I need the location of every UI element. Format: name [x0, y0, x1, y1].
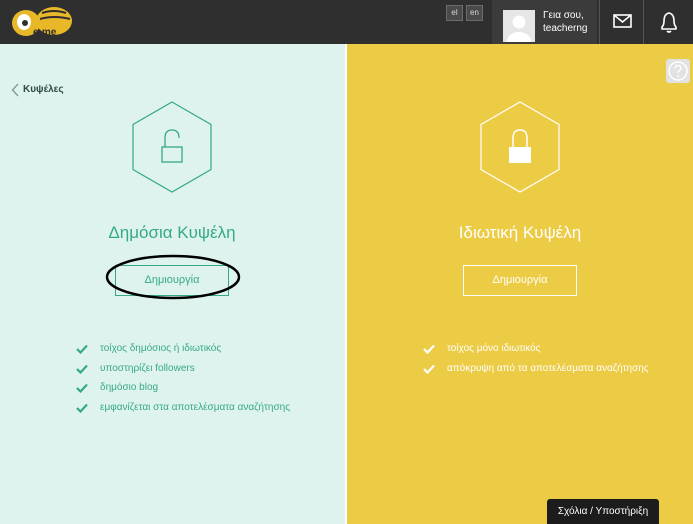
checkmark-icon — [423, 344, 435, 354]
checkmark-icon — [76, 364, 88, 374]
envelope-icon — [613, 14, 632, 28]
locked-padlock-icon — [480, 101, 560, 193]
feedback-support-button[interactable]: Σχόλια / Υποστήριξη — [547, 499, 659, 524]
back-link-label: Κυψέλες — [23, 84, 64, 95]
top-bar: e-me el en Γεια σου, teacherng — [0, 0, 693, 44]
user-menu[interactable]: Γεια σου, teacherng — [492, 0, 597, 44]
public-hive-title: Δημόσια Κυψέλη — [108, 223, 236, 242]
feature-text: δημόσιο blog — [100, 382, 159, 393]
checkmark-icon — [76, 403, 88, 413]
bee-logo-icon: e-me — [12, 7, 72, 38]
user-greeting: Γεια σου, teacherng — [543, 9, 587, 35]
private-hive-title: Ιδιωτική Κυψέλη — [458, 223, 582, 242]
checkmark-icon — [76, 383, 88, 393]
logo-text: e-me — [33, 27, 57, 38]
user-avatar-icon — [503, 10, 535, 42]
checkmark-icon — [423, 364, 435, 374]
messages-button[interactable] — [599, 0, 644, 44]
feature-text: υποστηρίζει followers — [100, 362, 195, 374]
greeting-text: Γεια σου, — [543, 10, 584, 21]
feature-text: τοίχος δημόσιος ή ιδιωτικός — [100, 343, 222, 354]
public-hive-emblem — [130, 100, 214, 194]
e-me-logo[interactable]: e-me — [8, 5, 84, 39]
feature-text: απόκρυψη από τα αποτελέσματα αναζήτησης — [447, 362, 649, 374]
language-el[interactable]: el — [446, 5, 463, 21]
question-icon — [668, 61, 688, 81]
language-en[interactable]: en — [466, 5, 483, 21]
help-button[interactable] — [666, 59, 690, 83]
feature-text: εμφανίζεται στα αποτελέσματα αναζήτησης — [100, 401, 291, 413]
bell-icon — [661, 12, 677, 33]
create-private-hive-button[interactable]: Δημιουργία — [463, 265, 577, 296]
annotation-ellipse — [105, 254, 241, 300]
checkmark-icon — [76, 344, 88, 354]
username-text: teacherng — [543, 23, 588, 34]
notifications-button[interactable] — [643, 0, 693, 44]
avatar — [503, 10, 535, 42]
feature-text: τοίχος μόνο ιδιωτικός — [447, 343, 541, 354]
chevron-left-icon — [11, 83, 19, 97]
unlocked-padlock-icon — [132, 101, 212, 193]
private-hive-emblem — [478, 100, 562, 194]
